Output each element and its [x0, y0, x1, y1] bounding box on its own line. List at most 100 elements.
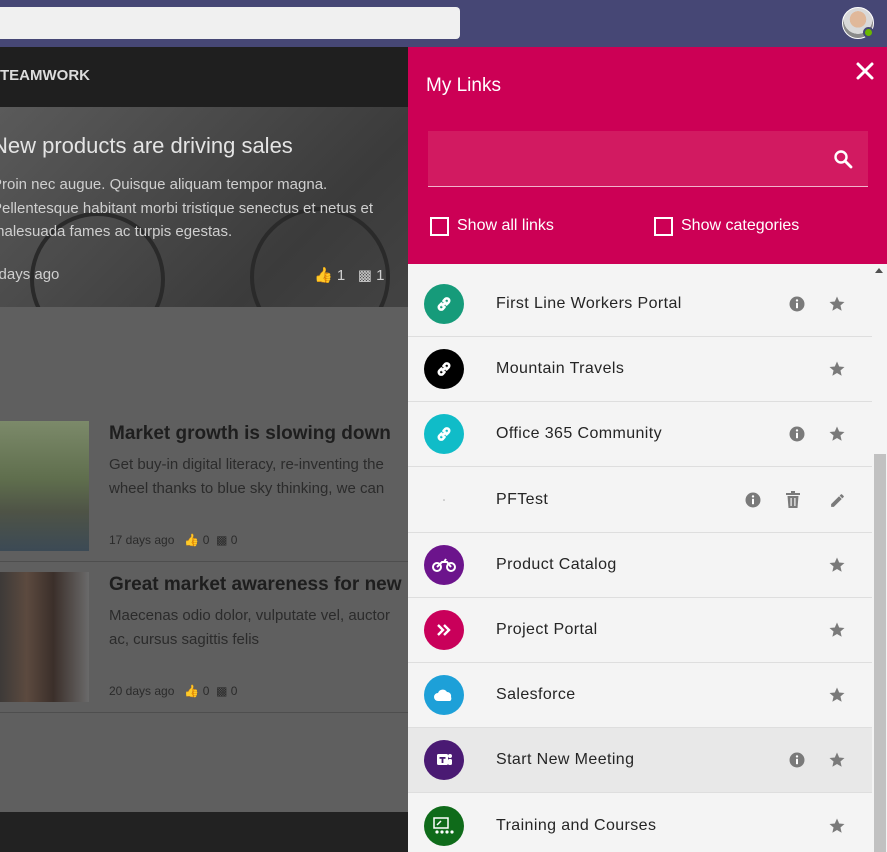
thumbs-up-icon: 👍: [184, 533, 200, 547]
news-likes: 0: [202, 684, 210, 698]
scroll-up-arrow[interactable]: [875, 268, 883, 273]
show-all-links-label: Show all links: [457, 217, 554, 234]
hero-title[interactable]: New products are driving sales: [0, 133, 293, 159]
favorite-star-button[interactable]: [827, 750, 847, 770]
news-likes: 0: [202, 533, 210, 547]
news-text: Get buy-in digital literacy, re-inventin…: [109, 456, 385, 497]
edit-button[interactable]: [827, 490, 847, 510]
double-chevron-icon: [424, 610, 464, 650]
info-icon: [789, 752, 805, 768]
cloud-icon: [424, 675, 464, 715]
news-date: 20 days ago: [109, 684, 175, 698]
star-icon: [828, 295, 846, 313]
link-row[interactable]: Start New Meeting: [408, 728, 872, 793]
motorcycle-icon: [424, 545, 464, 585]
link-name[interactable]: Mountain Travels: [496, 360, 624, 378]
comment-icon: ▩: [357, 267, 372, 284]
link-row[interactable]: Salesforce: [408, 663, 872, 728]
my-links-panel: My Links Show all links Show categories …: [408, 47, 887, 852]
star-icon: [828, 751, 846, 769]
favorite-star-button[interactable]: [827, 620, 847, 640]
link-name[interactable]: Start New Meeting: [496, 751, 634, 769]
pencil-icon: [829, 492, 846, 509]
star-icon: [828, 425, 846, 443]
link-name[interactable]: Project Portal: [496, 621, 598, 639]
link-row[interactable]: Product Catalog: [408, 533, 872, 598]
news-item[interactable]: Market growth is slowing down Get buy-in…: [0, 421, 410, 562]
show-all-links-checkbox[interactable]: Show all links: [430, 215, 554, 237]
news-divider: [0, 712, 410, 713]
hero-comments: 1: [376, 267, 385, 284]
link-name[interactable]: Training and Courses: [496, 817, 656, 835]
favorite-star-button[interactable]: [827, 555, 847, 575]
star-icon: [828, 621, 846, 639]
news-comments: 0: [230, 533, 238, 547]
info-icon: [789, 296, 805, 312]
news-comments: 0: [230, 684, 238, 698]
info-button[interactable]: [743, 490, 763, 510]
link-row[interactable]: Project Portal: [408, 598, 872, 663]
link-name[interactable]: Product Catalog: [496, 556, 617, 574]
info-button[interactable]: [787, 424, 807, 444]
favorite-star-button[interactable]: [827, 294, 847, 314]
favorite-star-button[interactable]: [827, 359, 847, 379]
link-row[interactable]: Office 365 Community: [408, 402, 872, 467]
thumbs-up-icon: 👍: [184, 684, 200, 698]
link-row[interactable]: First Line Workers Portal: [408, 272, 872, 337]
star-icon: [828, 686, 846, 704]
comment-icon: ▩: [216, 533, 228, 547]
info-icon: [789, 426, 805, 442]
links-search-input[interactable]: [438, 143, 818, 175]
links-list: First Line Workers Portal Mountain Travel…: [408, 272, 872, 852]
link-row[interactable]: Mountain Travels: [408, 337, 872, 402]
close-panel-button[interactable]: [853, 59, 877, 83]
favorite-star-button[interactable]: [827, 685, 847, 705]
presence-available-icon: [863, 27, 874, 38]
news-meta: 17 days ago 👍 0 ▩ 0: [109, 533, 237, 547]
star-icon: [828, 817, 846, 835]
link-name[interactable]: PFTest: [496, 491, 548, 509]
thumbs-up-icon: 👍: [314, 267, 333, 284]
suite-bar: [0, 0, 887, 47]
show-categories-checkbox[interactable]: Show categories: [654, 215, 799, 237]
info-icon: [745, 492, 761, 508]
link-row[interactable]: Training and Courses: [408, 794, 872, 852]
hero-date: 2 days ago: [0, 266, 60, 283]
global-search-input[interactable]: [0, 7, 460, 39]
news-meta: 20 days ago 👍 0 ▩ 0: [109, 684, 237, 698]
comment-icon: ▩: [216, 684, 228, 698]
hero-text: Proin nec augue. Quisque aliquam tempor …: [0, 176, 374, 240]
blank-icon: [424, 480, 464, 520]
link-name[interactable]: Salesforce: [496, 686, 576, 704]
close-icon: [856, 62, 874, 80]
checkbox-box[interactable]: [430, 216, 449, 236]
link-icon: [424, 349, 464, 389]
link-icon: [424, 414, 464, 454]
show-categories-label: Show categories: [681, 217, 800, 234]
news-thumbnail: [0, 421, 89, 551]
checkbox-box[interactable]: [654, 216, 673, 236]
info-button[interactable]: [787, 750, 807, 770]
link-name[interactable]: First Line Workers Portal: [496, 295, 682, 313]
teams-icon: [424, 740, 464, 780]
news-date: 17 days ago: [109, 533, 175, 547]
panel-header: My Links Show all links Show categories: [408, 47, 887, 264]
scrollbar-thumb[interactable]: [874, 454, 886, 852]
news-title[interactable]: Market growth is slowing down: [109, 423, 391, 445]
site-title: TEAMWORK: [0, 67, 90, 84]
favorite-star-button[interactable]: [827, 816, 847, 836]
favorite-star-button[interactable]: [827, 424, 847, 444]
link-name[interactable]: Office 365 Community: [496, 425, 662, 443]
link-icon: [424, 284, 464, 324]
hero-likes: 1: [336, 267, 346, 284]
star-icon: [828, 556, 846, 574]
delete-button[interactable]: [783, 490, 803, 510]
search-icon[interactable]: [833, 149, 853, 169]
link-row[interactable]: PFTest: [408, 468, 872, 533]
info-button[interactable]: [787, 294, 807, 314]
trash-icon: [785, 491, 801, 509]
news-thumbnail: [0, 572, 89, 702]
news-item[interactable]: Great market awareness for new products …: [0, 572, 488, 713]
hero-stats: 👍 1 ▩ 1: [314, 266, 384, 284]
links-search-box: [428, 131, 868, 187]
